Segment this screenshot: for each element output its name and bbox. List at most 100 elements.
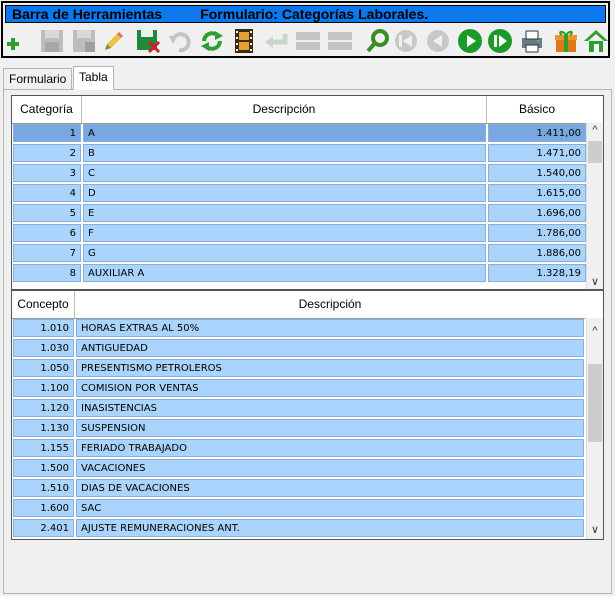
table-row[interactable]: 1.120 INASISTENCIAS	[12, 398, 585, 418]
basic-cell[interactable]: 1.786,00	[488, 224, 586, 242]
concepts-grid[interactable]: Concepto Descripción 1.010 HORAS EXTRAS A…	[11, 290, 604, 540]
table-row[interactable]: 1.155 FERIADO TRABAJADO	[12, 438, 585, 458]
table-row[interactable]: 1.030 ANTIGUEDAD	[12, 338, 585, 358]
table-row[interactable]: 8 AUXILIAR A 1.328,19	[12, 263, 587, 283]
categories-grid[interactable]: Categoría Descripción Básico 1 A 1.411,00 2…	[11, 95, 604, 290]
table-row[interactable]: 1.130 SUSPENSION	[12, 418, 585, 438]
concept-cell[interactable]: 1.600	[13, 499, 74, 517]
basic-cell[interactable]: 1.615,00	[488, 184, 586, 202]
description-cell[interactable]: C	[83, 164, 486, 182]
return-disabled-button[interactable]	[262, 26, 290, 56]
column-header-concept[interactable]: Concepto	[12, 291, 75, 318]
table-row[interactable]: 2 B 1.471,00	[12, 143, 587, 163]
grid-disabled-button[interactable]	[294, 26, 322, 56]
category-cell[interactable]: 4	[13, 184, 81, 202]
concept-cell[interactable]: 1.050	[13, 359, 74, 377]
next-button[interactable]	[456, 26, 484, 56]
category-cell[interactable]: 6	[13, 224, 81, 242]
last-record-button[interactable]	[486, 26, 514, 56]
concept-cell[interactable]: 1.120	[13, 399, 74, 417]
table-row[interactable]: 6 F 1.786,00	[12, 223, 587, 243]
concept-cell[interactable]: 1.100	[13, 379, 74, 397]
category-cell[interactable]: 1	[13, 124, 81, 142]
table-row[interactable]: 1.510 DIAS DE VACACIONES	[12, 478, 585, 498]
concept-description-cell[interactable]: HORAS EXTRAS AL 50%	[76, 319, 584, 337]
search-button[interactable]	[364, 26, 392, 56]
concept-cell[interactable]: 2.401	[13, 519, 74, 537]
description-cell[interactable]: AUXILIAR A	[83, 264, 486, 282]
concept-cell[interactable]: 1.010	[13, 319, 74, 337]
delete-record-button[interactable]	[134, 26, 162, 56]
basic-cell[interactable]: 1.540,00	[488, 164, 586, 182]
description-cell[interactable]: G	[83, 244, 486, 262]
grid2-disabled-button[interactable]	[326, 26, 354, 56]
tab-formulario[interactable]: Formulario	[3, 68, 73, 89]
concept-description-cell[interactable]: AJUSTE REMUNERACIONES ANT.	[76, 519, 584, 537]
tab-tabla[interactable]: Tabla	[73, 66, 114, 90]
table-row[interactable]: 7 G 1.886,00	[12, 243, 587, 263]
concept-cell[interactable]: 1.500	[13, 459, 74, 477]
print-button[interactable]	[518, 26, 546, 56]
edit-button[interactable]	[100, 26, 128, 56]
table-row[interactable]: 1.050 PRESENTISMO PETROLEROS	[12, 358, 585, 378]
scroll-thumb[interactable]	[588, 141, 602, 163]
table-row[interactable]: 3 C 1.540,00	[12, 163, 587, 183]
previous-disabled-button[interactable]	[424, 26, 452, 56]
column-header-concept-description[interactable]: Descripción	[75, 291, 585, 318]
table-row[interactable]: 5 E 1.696,00	[12, 203, 587, 223]
gift-button[interactable]	[552, 26, 580, 56]
save-as-disabled-button[interactable]	[70, 26, 98, 56]
concept-cell[interactable]: 1.155	[13, 439, 74, 457]
description-cell[interactable]: D	[83, 184, 486, 202]
home-button[interactable]	[582, 26, 610, 56]
basic-cell[interactable]: 1.886,00	[488, 244, 586, 262]
category-cell[interactable]: 7	[13, 244, 81, 262]
concept-cell[interactable]: 1.130	[13, 419, 74, 437]
concept-description-cell[interactable]: SAC	[76, 499, 584, 517]
categories-scrollbar[interactable]: ^ ∨	[586, 123, 603, 289]
concept-description-cell[interactable]: ANTIGUEDAD	[76, 339, 584, 357]
table-row[interactable]: 1.500 VACACIONES	[12, 458, 585, 478]
save-disabled-button[interactable]	[38, 26, 66, 56]
table-row[interactable]: 2.401 AJUSTE REMUNERACIONES ANT.	[12, 518, 585, 538]
table-row[interactable]: 1.100 COMISION POR VENTAS	[12, 378, 585, 398]
scroll-up-icon[interactable]: ^	[587, 123, 603, 137]
scroll-thumb[interactable]	[588, 364, 602, 442]
category-cell[interactable]: 8	[13, 264, 81, 282]
scroll-down-icon[interactable]: ∨	[587, 275, 603, 289]
concept-description-cell[interactable]: INASISTENCIAS	[76, 399, 584, 417]
basic-cell[interactable]: 1.411,00	[488, 124, 586, 142]
column-header-description[interactable]: Descripción	[82, 96, 487, 123]
table-row[interactable]: 4 D 1.615,00	[12, 183, 587, 203]
basic-cell[interactable]: 1.328,19	[488, 264, 586, 282]
concept-description-cell[interactable]: PRESENTISMO PETROLEROS	[76, 359, 584, 377]
description-cell[interactable]: E	[83, 204, 486, 222]
column-header-category[interactable]: Categoría	[12, 96, 82, 123]
concept-description-cell[interactable]: COMISION POR VENTAS	[76, 379, 584, 397]
table-row[interactable]: 1.600 SAC	[12, 498, 585, 518]
concept-description-cell[interactable]: DIAS DE VACACIONES	[76, 479, 584, 497]
concept-cell[interactable]: 1.030	[13, 339, 74, 357]
new-button[interactable]	[4, 26, 32, 56]
category-cell[interactable]: 5	[13, 204, 81, 222]
description-cell[interactable]: F	[83, 224, 486, 242]
table-row[interactable]: 1.010 HORAS EXTRAS AL 50%	[12, 318, 585, 338]
concept-description-cell[interactable]: SUSPENSION	[76, 419, 584, 437]
category-cell[interactable]: 2	[13, 144, 81, 162]
concept-description-cell[interactable]: FERIADO TRABAJADO	[76, 439, 584, 457]
description-cell[interactable]: B	[83, 144, 486, 162]
basic-cell[interactable]: 1.696,00	[488, 204, 586, 222]
undo-disabled-button[interactable]	[166, 26, 194, 56]
concept-description-cell[interactable]: VACACIONES	[76, 459, 584, 477]
scroll-down-icon[interactable]: ∨	[587, 523, 603, 537]
first-record-disabled-button[interactable]	[392, 26, 420, 56]
concepts-scrollbar[interactable]: ^ ∨	[586, 318, 603, 539]
concept-cell[interactable]: 1.510	[13, 479, 74, 497]
column-header-basic[interactable]: Básico	[487, 96, 587, 123]
scroll-up-icon[interactable]: ^	[587, 324, 603, 338]
description-cell[interactable]: A	[83, 124, 486, 142]
category-cell[interactable]: 3	[13, 164, 81, 182]
table-row[interactable]: 1 A 1.411,00	[12, 123, 587, 143]
film-button[interactable]	[230, 26, 258, 56]
refresh-button[interactable]	[198, 26, 226, 56]
